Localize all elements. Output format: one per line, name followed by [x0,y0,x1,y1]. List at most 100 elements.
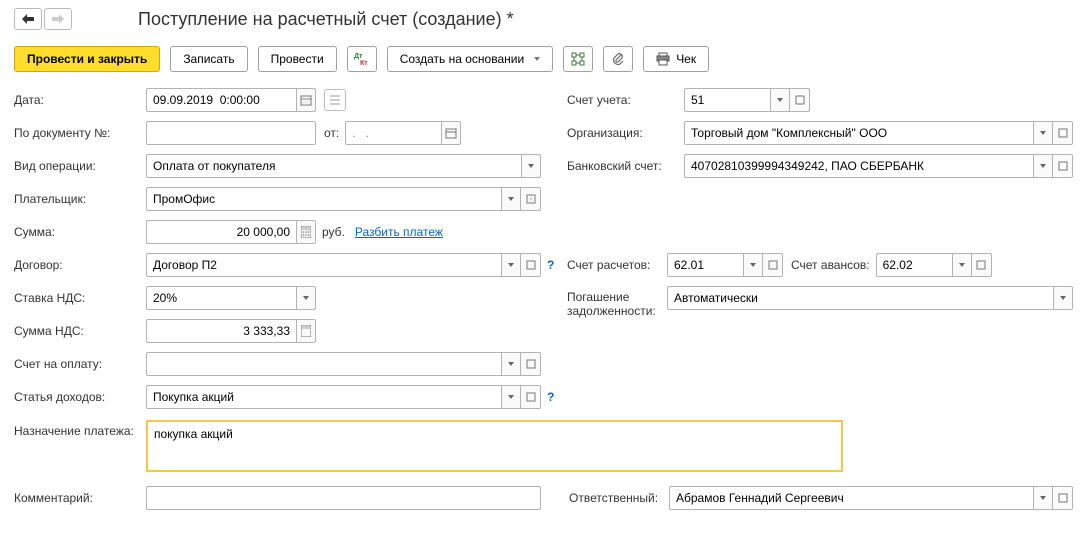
responsible-dropdown-button[interactable] [1033,486,1053,510]
income-item-input[interactable] [146,385,501,409]
contract-open-button[interactable] [521,253,541,277]
vat-rate-input[interactable] [146,286,296,310]
org-input[interactable] [684,121,1033,145]
date-label: Дата: [14,93,146,107]
cheque-label: Чек [676,52,696,66]
optype-label: Вид операции: [14,159,146,173]
account-open-button[interactable] [790,88,810,112]
page-title: Поступление на расчетный счет (создание)… [138,9,514,30]
dt-kt-icon: Дт Кт [354,52,370,66]
responsible-label: Ответственный: [569,491,669,505]
payer-label: Плательщик: [14,192,146,206]
contract-dropdown-button[interactable] [501,253,521,277]
attachment-button[interactable] [603,46,633,72]
calendar-icon [300,94,312,106]
invoice-open-button[interactable] [521,352,541,376]
structure-icon [571,52,585,66]
list-icon [329,95,341,105]
printer-icon [656,52,670,66]
account-dropdown-button[interactable] [770,88,790,112]
chevron-down-icon [1060,296,1066,300]
post-button[interactable]: Провести [258,46,337,72]
org-open-button[interactable] [1053,121,1073,145]
vat-sum-calc-button[interactable] [296,319,316,343]
open-icon [1058,493,1068,503]
back-button[interactable] [14,8,42,30]
write-button[interactable]: Записать [170,46,247,72]
vat-sum-input[interactable] [146,319,296,343]
open-icon [768,260,778,270]
calculator-icon [301,325,311,337]
bank-input[interactable] [684,154,1033,178]
docdate-input[interactable] [345,121,441,145]
settle-input[interactable] [667,253,743,277]
contract-hint[interactable]: ? [547,258,554,272]
currency-label: руб. [322,225,345,239]
calculator-icon [301,226,311,238]
comment-label: Комментарий: [14,491,146,505]
vat-rate-label: Ставка НДС: [14,291,146,305]
purpose-textarea[interactable] [146,420,843,472]
structure-button[interactable] [563,46,593,72]
income-item-dropdown-button[interactable] [501,385,521,409]
settle-label: Счет расчетов: [567,258,667,272]
debt-dropdown-button[interactable] [1053,286,1073,310]
account-input[interactable] [684,88,770,112]
create-based-on-button[interactable]: Создать на основании [387,46,554,72]
settle-dropdown-button[interactable] [743,253,763,277]
calendar-button[interactable] [296,88,316,112]
invoice-input[interactable] [146,352,501,376]
chevron-down-icon [959,263,965,267]
chevron-down-icon [528,164,534,168]
chevron-down-icon [1040,131,1046,135]
paperclip-icon [611,52,625,66]
chevron-down-icon [508,395,514,399]
vat-rate-dropdown-button[interactable] [296,286,316,310]
org-dropdown-button[interactable] [1033,121,1053,145]
docnum-input[interactable] [146,121,316,145]
payer-dropdown-button[interactable] [501,187,521,211]
sum-calc-button[interactable] [296,220,316,244]
open-icon [526,260,536,270]
cheque-button[interactable]: Чек [643,46,709,72]
post-and-close-button[interactable]: Провести и закрыть [14,46,160,72]
responsible-input[interactable] [669,486,1033,510]
bank-label: Банковский счет: [567,159,684,173]
invoice-dropdown-button[interactable] [501,352,521,376]
org-label: Организация: [567,126,684,140]
advance-input[interactable] [876,253,952,277]
advance-dropdown-button[interactable] [952,253,972,277]
open-icon [1058,161,1068,171]
sum-input[interactable] [146,220,296,244]
optype-dropdown-button[interactable] [521,154,541,178]
contract-input[interactable] [146,253,501,277]
debt-label: Погашение задолженности: [567,286,667,318]
purpose-label: Назначение платежа: [14,420,146,438]
invoice-label: Счет на оплату: [14,357,146,371]
account-label: Счет учета: [567,93,684,107]
optype-input[interactable] [146,154,521,178]
comment-input[interactable] [146,486,541,510]
income-item-hint[interactable]: ? [547,390,554,404]
responsible-open-button[interactable] [1053,486,1073,510]
vat-sum-label: Сумма НДС: [14,324,146,338]
advance-label: Счет авансов: [791,258,870,272]
docdate-calendar-button[interactable] [441,121,461,145]
bank-open-button[interactable] [1053,154,1073,178]
debt-input[interactable] [667,286,1053,310]
forward-button [44,8,72,30]
chevron-down-icon [508,263,514,267]
settle-open-button[interactable] [763,253,783,277]
payer-open-button[interactable] [521,187,541,211]
svg-text:Дт: Дт [354,53,363,60]
payer-input[interactable] [146,187,501,211]
split-payment-link[interactable]: Разбить платеж [355,225,443,239]
debit-credit-button[interactable]: Дт Кт [347,46,377,72]
income-item-open-button[interactable] [521,385,541,409]
chevron-down-icon [750,263,756,267]
calendar-icon [445,127,457,139]
advance-open-button[interactable] [972,253,992,277]
bank-dropdown-button[interactable] [1033,154,1053,178]
date-input[interactable] [146,88,296,112]
date-options-button[interactable] [324,89,346,111]
